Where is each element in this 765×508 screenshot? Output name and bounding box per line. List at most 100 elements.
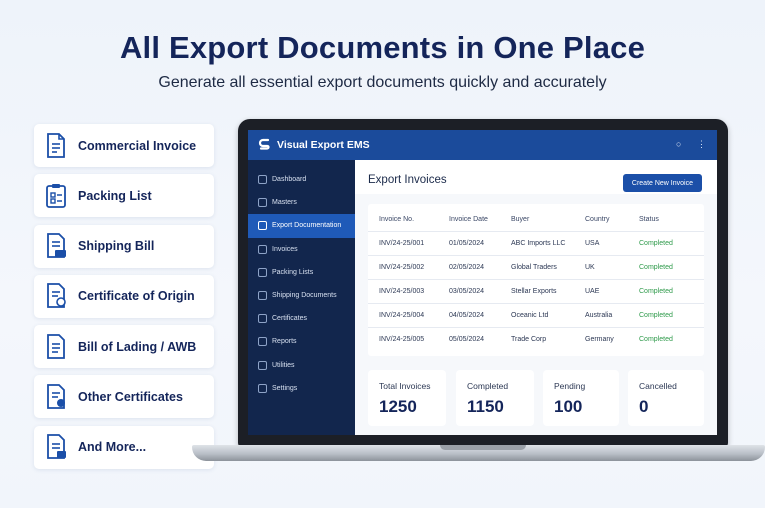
app-topbar: Visual Export EMS ○ ⋮: [248, 130, 717, 160]
stat-label: Completed: [467, 381, 509, 391]
page-title: Export Invoices: [368, 174, 447, 186]
cell-invoice-no: INV/24-25/003: [379, 288, 425, 295]
feature-label: Other Certificates: [78, 389, 183, 404]
stat-label: Pending: [554, 381, 586, 391]
document-icon: [34, 325, 78, 368]
feature-label: And More...: [78, 440, 147, 455]
table-row[interactable]: INV/24-25/002 02/05/2024 Global Traders …: [368, 256, 704, 280]
sidebar-item-utilities[interactable]: Utilities: [248, 354, 355, 377]
sidebar-item-packing-lists[interactable]: Packing Lists: [248, 261, 355, 284]
cell-country: UAE: [585, 288, 600, 295]
stat-value: 100: [554, 397, 583, 416]
status-badge: Completed: [639, 264, 673, 271]
laptop-notch: [440, 445, 526, 450]
stats-row: Total Invoices 1250 Completed 1150 Pendi…: [368, 370, 704, 426]
cell-buyer: Global Traders: [511, 264, 557, 271]
cell-buyer: Oceanic Ltd: [511, 312, 549, 319]
document-icon: [34, 124, 78, 167]
cell-invoice-no: INV/24-25/002: [379, 264, 425, 271]
minimize-icon[interactable]: ○: [676, 139, 681, 149]
feature-card-commercial-invoice: Commercial Invoice: [34, 124, 214, 167]
table-header-row: Invoice No. Invoice Date Buyer Country S…: [368, 208, 704, 232]
clipboard-icon: [34, 174, 78, 217]
column-header[interactable]: Country: [585, 216, 610, 223]
sidebar-item-invoices[interactable]: Invoices: [248, 238, 355, 261]
more-icon[interactable]: ⋮: [697, 139, 706, 150]
app-screen: Visual Export EMS ○ ⋮ Dashboard Masters …: [248, 130, 717, 435]
cell-buyer: Trade Corp: [511, 336, 547, 343]
box-icon: [258, 267, 267, 277]
main-header: Export Invoices Create New Invoice: [355, 160, 717, 194]
sidebar-item-label: Certificates: [272, 315, 308, 323]
reports-icon: [258, 337, 267, 347]
certificate-icon: [258, 314, 267, 324]
sidebar-item-label: Shipping Documents: [272, 292, 337, 300]
stat-label: Total Invoices: [379, 381, 431, 391]
sidebar-item-label: Settings: [272, 384, 298, 392]
sidebar-item-label: Dashboard: [272, 176, 307, 184]
stat-card-cancelled: Cancelled 0: [628, 370, 704, 426]
sidebar-item-reports[interactable]: Reports: [248, 330, 355, 353]
sidebar-item-certificates[interactable]: Certificates: [248, 307, 355, 330]
sidebar: Dashboard Masters Export Documentation I…: [248, 160, 355, 435]
certificate-icon: [34, 375, 78, 418]
status-badge: Completed: [639, 240, 673, 247]
sidebar-item-label: Packing Lists: [272, 268, 314, 276]
document-stamp-icon: [34, 225, 78, 268]
sidebar-item-label: Export Documentation: [272, 222, 342, 230]
ship-icon: [258, 291, 267, 301]
cell-buyer: ABC Imports LLC: [511, 240, 566, 247]
cell-invoice-date: 05/05/2024: [449, 336, 485, 343]
status-badge: Completed: [639, 288, 673, 295]
feature-label: Commercial Invoice: [78, 138, 197, 153]
stat-card-total-invoices: Total Invoices 1250: [368, 370, 446, 426]
feature-label: Packing List: [78, 188, 152, 203]
feature-card-certificate-of-origin: Certificate of Origin: [34, 274, 214, 318]
cell-invoice-date: 04/05/2024: [449, 312, 485, 319]
stat-value: 1150: [467, 397, 504, 416]
status-badge: Completed: [639, 312, 673, 319]
cell-invoice-date: 02/05/2024: [449, 264, 485, 271]
column-header[interactable]: Status: [639, 216, 659, 223]
cell-invoice-no: INV/24-25/004: [379, 312, 425, 319]
stat-value: 1250: [379, 397, 417, 416]
certificate-icon: [34, 275, 78, 318]
status-badge: Completed: [639, 336, 673, 343]
stat-value: 0: [639, 397, 649, 416]
document-icon: [258, 221, 267, 231]
sidebar-item-masters[interactable]: Masters: [248, 191, 355, 214]
cell-invoice-no: INV/24-25/005: [379, 336, 425, 343]
feature-label: Bill of Lading / AWB: [78, 339, 197, 354]
feature-list: Commercial Invoice Packing List Shipping…: [34, 124, 214, 476]
stat-card-completed: Completed 1150: [456, 370, 534, 426]
table-row[interactable]: INV/24-25/004 04/05/2024 Oceanic Ltd Aus…: [368, 304, 704, 328]
sidebar-item-shipping-documents[interactable]: Shipping Documents: [248, 284, 355, 307]
feature-card-bill-of-lading: Bill of Lading / AWB: [34, 325, 214, 369]
hero-subtitle: Generate all essential export documents …: [158, 74, 607, 91]
table-row[interactable]: INV/24-25/001 01/05/2024 ABC Imports LLC…: [368, 232, 704, 256]
logo-icon: [258, 138, 270, 150]
cell-country: UK: [585, 264, 595, 271]
column-header[interactable]: Invoice No.: [379, 216, 414, 223]
sidebar-item-export-documentation[interactable]: Export Documentation: [248, 214, 355, 238]
cell-country: USA: [585, 240, 600, 247]
sidebar-item-label: Masters: [272, 199, 297, 207]
masters-icon: [258, 198, 267, 208]
table-row[interactable]: INV/24-25/005 05/05/2024 Trade Corp Germ…: [368, 328, 704, 352]
hero-title: All Export Documents in One Place: [119, 30, 646, 65]
cell-country: Australia: [585, 312, 613, 319]
gear-icon: [258, 383, 267, 393]
column-header[interactable]: Invoice Date: [449, 216, 488, 223]
cell-invoice-date: 03/05/2024: [449, 288, 485, 295]
sidebar-item-dashboard[interactable]: Dashboard: [248, 168, 355, 191]
feature-card-shipping-bill: Shipping Bill: [34, 224, 214, 268]
sidebar-item-settings[interactable]: Settings: [248, 377, 355, 400]
dashboard-icon: [258, 175, 267, 185]
table-row[interactable]: INV/24-25/003 03/05/2024 Stellar Exports…: [368, 280, 704, 304]
app-title: Visual Export EMS: [277, 139, 370, 151]
stat-card-pending: Pending 100: [543, 370, 619, 426]
create-new-invoice-button[interactable]: Create New Invoice: [622, 174, 702, 192]
document-icon: [34, 426, 78, 469]
invoice-table: Invoice No. Invoice Date Buyer Country S…: [368, 204, 704, 356]
column-header[interactable]: Buyer: [511, 216, 529, 223]
